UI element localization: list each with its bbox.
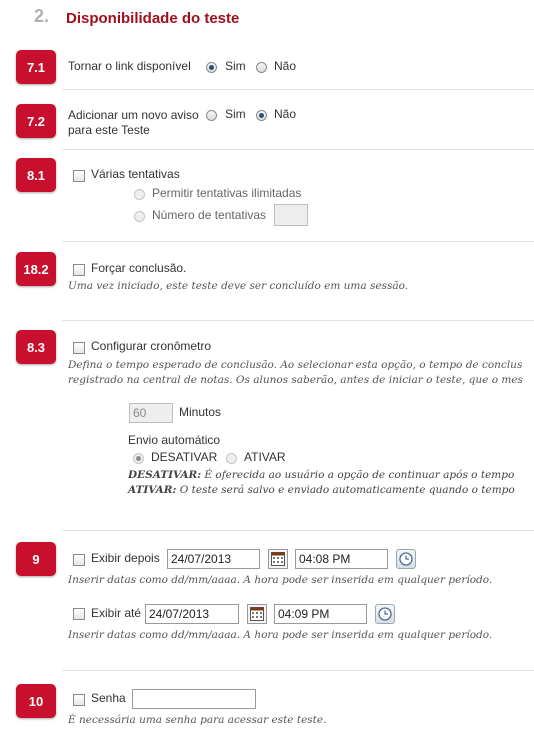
section-title: Disponibilidade do teste	[66, 10, 240, 27]
announcement-label-line1: Adicionar um novo aviso	[68, 108, 199, 122]
force-completion-label: Forçar conclusão.	[91, 261, 187, 275]
announcement-yes-radio[interactable]	[206, 110, 217, 121]
number-attempts-input[interactable]	[274, 204, 308, 226]
auto-submit-label: Envio automático	[128, 433, 221, 447]
step-badge-7-2: 7.2	[16, 104, 56, 138]
timer-minutes-label: Minutos	[179, 405, 222, 419]
password-input[interactable]	[132, 689, 256, 709]
link-available-yes-radio[interactable]	[206, 62, 217, 73]
calendar-icon[interactable]	[268, 549, 288, 569]
force-completion-hint: Uma vez iniciado, este teste deve ser co…	[68, 280, 409, 292]
separator	[62, 241, 534, 242]
timer-minutes-input[interactable]: 60	[129, 403, 173, 423]
display-after-hint: Inserir datas como dd/mm/aaaa. A hora po…	[68, 574, 493, 586]
step-badge-7-1: 7.1	[16, 50, 56, 84]
separator	[62, 89, 534, 90]
unlimited-attempts-radio[interactable]	[134, 189, 145, 200]
separator	[62, 670, 534, 671]
link-available-no-label: Não	[274, 59, 297, 73]
force-completion-checkbox[interactable]	[73, 264, 85, 276]
step-badge-10: 10	[16, 684, 56, 718]
auto-submit-off-label: DESATIVAR	[151, 450, 218, 464]
off-desc-key: DESATIVAR:	[128, 469, 202, 481]
step-badge-18-2: 18.2	[16, 252, 56, 286]
display-after-date-input[interactable]: 24/07/2013	[167, 549, 260, 569]
timer-help-line1: Defina o tempo esperado de conclusão. Ao…	[68, 359, 523, 371]
separator	[62, 320, 534, 321]
unlimited-attempts-label: Permitir tentativas ilimitadas	[152, 186, 302, 200]
step-badge-8-3: 8.3	[16, 330, 56, 364]
announcement-yes-label: Sim	[225, 107, 246, 121]
separator	[62, 530, 534, 531]
section-number: 2.	[34, 6, 50, 26]
display-until-time-input[interactable]: 04:09 PM	[274, 604, 367, 624]
separator	[62, 149, 534, 150]
auto-submit-on-description: ATIVAR: O teste será salvo e enviado aut…	[128, 484, 515, 496]
number-attempts-radio[interactable]	[134, 211, 145, 222]
link-available-label: Tornar o link disponível	[68, 59, 191, 73]
auto-submit-on-label: ATIVAR	[244, 450, 286, 464]
on-desc-text: O teste será salvo e enviado automaticam…	[176, 484, 515, 496]
display-until-hint: Inserir datas como dd/mm/aaaa. A hora po…	[68, 629, 493, 641]
off-desc-text: É oferecida ao usuário a opção de contin…	[201, 469, 515, 481]
multiple-attempts-checkbox[interactable]	[73, 170, 85, 182]
clock-icon[interactable]	[375, 604, 395, 624]
display-after-time-input[interactable]: 04:08 PM	[295, 549, 388, 569]
auto-submit-on-radio[interactable]	[226, 453, 237, 464]
display-after-label: Exibir depois	[91, 551, 160, 565]
calendar-icon[interactable]	[247, 604, 267, 624]
clock-icon[interactable]	[396, 549, 416, 569]
display-until-checkbox[interactable]	[73, 608, 85, 620]
timer-checkbox[interactable]	[73, 342, 85, 354]
timer-label: Configurar cronômetro	[91, 339, 212, 353]
number-attempts-label: Número de tentativas	[152, 208, 267, 222]
auto-submit-off-description: DESATIVAR: É oferecida ao usuário a opçã…	[128, 469, 514, 481]
display-after-checkbox[interactable]	[73, 554, 85, 566]
on-desc-key: ATIVAR:	[128, 484, 177, 496]
multiple-attempts-label: Várias tentativas	[91, 167, 180, 181]
announcement-label-line2: para este Teste	[68, 123, 150, 137]
timer-help-line2: registrado na central de notas. Os aluno…	[68, 374, 523, 386]
display-until-date-input[interactable]: 24/07/2013	[145, 604, 239, 624]
password-hint: É necessária uma senha para acessar este…	[68, 714, 327, 726]
auto-submit-off-radio[interactable]	[133, 453, 144, 464]
announcement-no-radio[interactable]	[256, 110, 267, 121]
password-checkbox[interactable]	[73, 694, 85, 706]
password-label: Senha	[91, 691, 126, 705]
link-available-no-radio[interactable]	[256, 62, 267, 73]
link-available-yes-label: Sim	[225, 59, 246, 73]
announcement-no-label: Não	[274, 107, 297, 121]
step-badge-8-1: 8.1	[16, 158, 56, 192]
step-badge-9: 9	[16, 542, 56, 576]
display-until-label: Exibir até	[91, 606, 142, 620]
